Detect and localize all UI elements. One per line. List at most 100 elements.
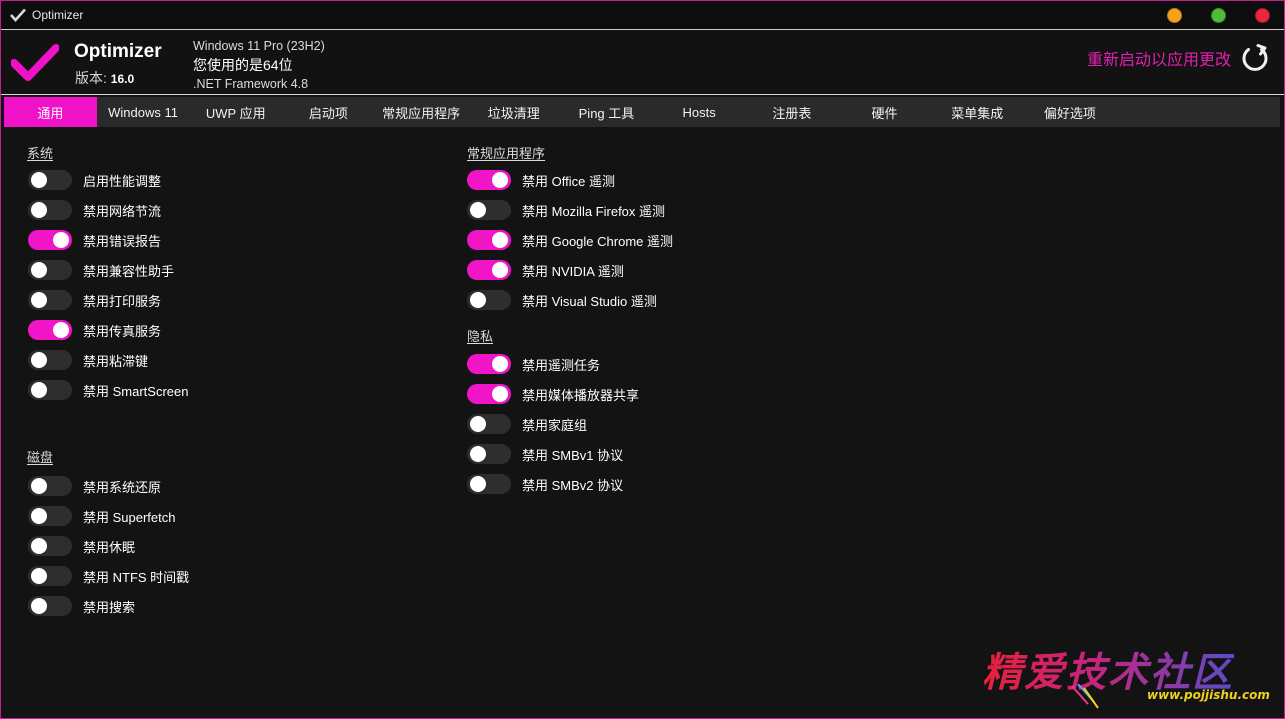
toggle-switch[interactable] (467, 474, 511, 494)
toggle-row-disk-0[interactable]: 禁用系统还原 (28, 474, 161, 498)
toggle-switch[interactable] (467, 200, 511, 220)
toggle-switch[interactable] (28, 290, 72, 310)
toggle-switch[interactable] (28, 200, 72, 220)
toggle-row-privacy-0[interactable]: 禁用遥测任务 (467, 352, 600, 376)
tab-6[interactable]: Ping 工具 (560, 97, 653, 127)
toggle-row-apps-4[interactable]: 禁用 Visual Studio 遥测 (467, 288, 657, 312)
toggle-switch[interactable] (467, 354, 511, 374)
toggle-label: 禁用兼容性助手 (83, 263, 175, 279)
toggle-switch[interactable] (28, 476, 72, 496)
tab-11[interactable]: 偏好选项 (1024, 97, 1117, 127)
toggle-knob (31, 538, 47, 554)
toggle-switch[interactable] (28, 320, 72, 340)
toggle-switch[interactable] (467, 170, 511, 190)
toggle-row-system-6[interactable]: 禁用粘滞键 (28, 348, 148, 372)
toggle-knob (470, 416, 486, 432)
toggle-row-disk-1[interactable]: 禁用 Superfetch (28, 504, 176, 528)
title-bar[interactable]: Optimizer (1, 1, 1284, 30)
toggle-knob (31, 352, 47, 368)
toggle-row-privacy-2[interactable]: 禁用家庭组 (467, 412, 587, 436)
toggle-row-system-5[interactable]: 禁用传真服务 (28, 318, 161, 342)
toggle-switch[interactable] (28, 536, 72, 556)
toggle-switch[interactable] (28, 380, 72, 400)
toggle-label: 启用性能调整 (83, 173, 162, 189)
tab-2[interactable]: UWP 应用 (189, 97, 282, 127)
toggle-row-disk-4[interactable]: 禁用搜索 (28, 594, 135, 618)
toggle-label: 禁用 Superfetch (83, 509, 176, 525)
toggle-label: 禁用搜索 (83, 599, 136, 615)
toggle-row-disk-2[interactable]: 禁用休眠 (28, 534, 135, 558)
toggle-label: 禁用 NVIDIA 遥测 (522, 263, 624, 279)
close-button[interactable] (1255, 8, 1270, 23)
tab-5[interactable]: 垃圾清理 (467, 97, 560, 127)
toggle-knob (31, 382, 47, 398)
toggle-row-system-0[interactable]: 启用性能调整 (28, 168, 161, 192)
window-controls (1167, 8, 1270, 23)
window-title: Optimizer (32, 8, 84, 22)
toggle-knob (492, 172, 508, 188)
tab-3[interactable]: 启动项 (282, 97, 375, 127)
section-title-privacy: 隐私 (467, 329, 494, 344)
toggle-label: 禁用网络节流 (83, 203, 162, 219)
toggle-row-apps-0[interactable]: 禁用 Office 遥测 (467, 168, 615, 192)
toggle-knob (492, 356, 508, 372)
toggle-row-apps-1[interactable]: 禁用 Mozilla Firefox 遥测 (467, 198, 665, 222)
toggle-label: 禁用粘滞键 (83, 353, 149, 369)
toggle-row-system-3[interactable]: 禁用兼容性助手 (28, 258, 174, 282)
app-header: Optimizer 版本: 16.0 Windows 11 Pro (23H2)… (1, 31, 1284, 95)
watermark-url: www.pojjishu.com (1147, 688, 1270, 702)
version-text: 版本: 16.0 (75, 70, 135, 86)
toggle-switch[interactable] (28, 170, 72, 190)
toggle-row-system-7[interactable]: 禁用 SmartScreen (28, 378, 188, 402)
checkmark-icon (10, 7, 26, 23)
toggle-switch[interactable] (28, 350, 72, 370)
tab-10[interactable]: 菜单集成 (931, 97, 1024, 127)
tab-4[interactable]: 常规应用程序 (375, 97, 468, 127)
os-version: Windows 11 Pro (23H2) (193, 39, 325, 53)
toggle-switch[interactable] (467, 444, 511, 464)
tab-7[interactable]: Hosts (653, 97, 746, 127)
toggle-switch[interactable] (28, 506, 72, 526)
toggle-switch[interactable] (467, 290, 511, 310)
toggle-switch[interactable] (467, 230, 511, 250)
logo-checkmark-icon (10, 43, 60, 88)
toggle-label: 禁用 Google Chrome 遥测 (522, 233, 673, 249)
toggle-row-system-4[interactable]: 禁用打印服务 (28, 288, 161, 312)
tab-1[interactable]: Windows 11 (97, 97, 190, 127)
minimize-button[interactable] (1167, 8, 1182, 23)
toggle-label: 禁用 Office 遥测 (522, 173, 615, 189)
toggle-switch[interactable] (467, 384, 511, 404)
tab-0[interactable]: 通用 (4, 97, 97, 127)
watermark-streaks-icon (1071, 684, 1099, 709)
toggle-switch[interactable] (28, 230, 72, 250)
section-title-system: 系统 (27, 146, 54, 161)
toggle-row-apps-3[interactable]: 禁用 NVIDIA 遥测 (467, 258, 624, 282)
toggle-knob (31, 202, 47, 218)
refresh-icon[interactable] (1239, 42, 1271, 79)
toggle-row-apps-2[interactable]: 禁用 Google Chrome 遥测 (467, 228, 673, 252)
toggle-knob (492, 262, 508, 278)
toggle-switch[interactable] (28, 566, 72, 586)
toggle-label: 禁用遥测任务 (522, 357, 601, 373)
section-title-disk: 磁盘 (27, 450, 54, 465)
toggle-knob (31, 292, 47, 308)
toggle-knob (31, 262, 47, 278)
tab-9[interactable]: 硬件 (838, 97, 931, 127)
toggle-label: 禁用媒体播放器共享 (522, 387, 640, 403)
toggle-switch[interactable] (467, 414, 511, 434)
toggle-switch[interactable] (28, 596, 72, 616)
toggle-row-privacy-1[interactable]: 禁用媒体播放器共享 (467, 382, 639, 406)
toggle-row-system-2[interactable]: 禁用错误报告 (28, 228, 161, 252)
tab-8[interactable]: 注册表 (746, 97, 839, 127)
maximize-button[interactable] (1211, 8, 1226, 23)
toggle-row-privacy-4[interactable]: 禁用 SMBv2 协议 (467, 472, 623, 496)
toggle-row-system-1[interactable]: 禁用网络节流 (28, 198, 161, 222)
toggle-label: 禁用 SMBv1 协议 (522, 447, 624, 463)
toggle-label: 禁用系统还原 (83, 479, 162, 495)
toggle-switch[interactable] (467, 260, 511, 280)
toggle-switch[interactable] (28, 260, 72, 280)
toggle-row-disk-3[interactable]: 禁用 NTFS 时间戳 (28, 564, 189, 588)
toggle-knob (470, 446, 486, 462)
toggle-row-privacy-3[interactable]: 禁用 SMBv1 协议 (467, 442, 623, 466)
toggle-knob (31, 568, 47, 584)
